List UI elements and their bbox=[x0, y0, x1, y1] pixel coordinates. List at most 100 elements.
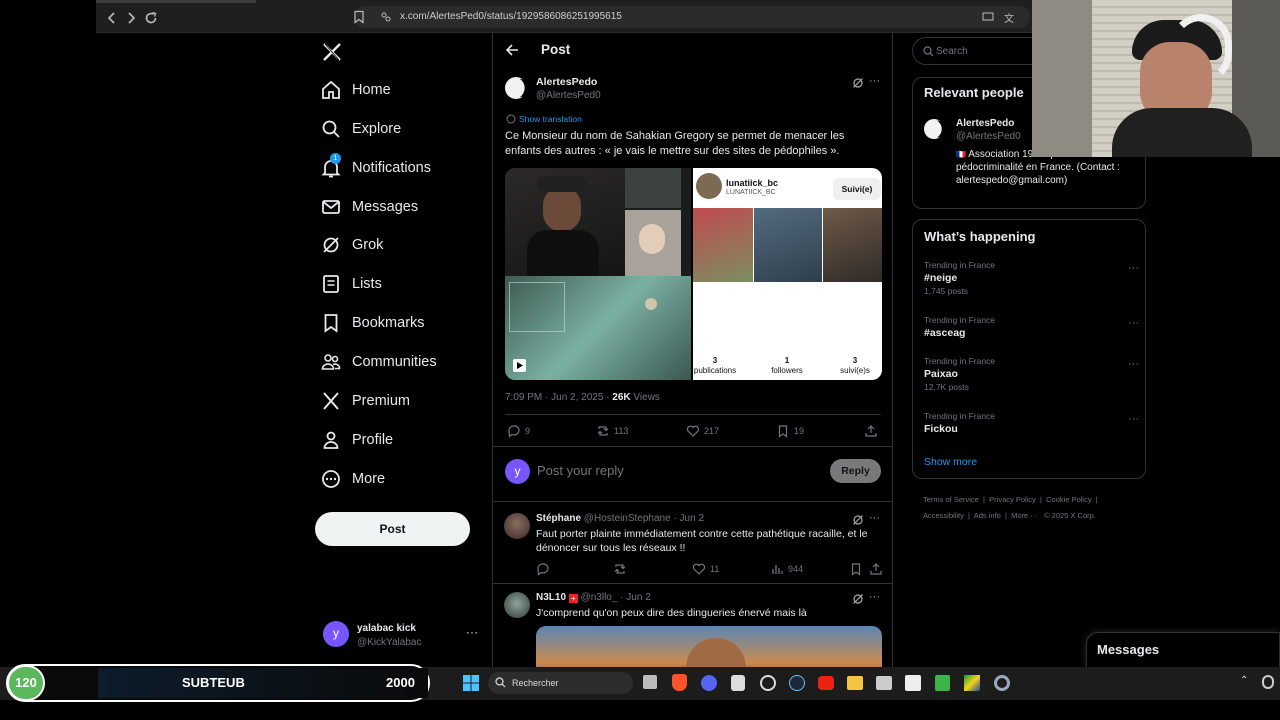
nav-messages[interactable]: Messages bbox=[320, 189, 418, 225]
taskbar-search[interactable]: Rechercher bbox=[488, 672, 633, 694]
task-view-icon[interactable] bbox=[643, 675, 657, 689]
more-dots-icon[interactable]: ··· bbox=[1128, 413, 1139, 425]
trend-meta: Trending in France bbox=[924, 411, 996, 421]
grok-icon[interactable] bbox=[852, 77, 864, 89]
footer-link[interactable]: Accessibility bbox=[923, 511, 964, 520]
reply-input[interactable]: Post your reply bbox=[537, 463, 624, 478]
show-translation-link[interactable]: Show translation bbox=[519, 114, 582, 124]
avatar[interactable] bbox=[923, 116, 945, 142]
mouse-icon[interactable] bbox=[1262, 675, 1274, 689]
media-player-icon[interactable] bbox=[876, 676, 892, 690]
steam-icon[interactable] bbox=[789, 675, 805, 691]
address-bar[interactable]: x.com/AlertesPed0/status/192958608625199… bbox=[354, 6, 1030, 28]
back-icon[interactable] bbox=[104, 10, 120, 26]
grok-icon[interactable] bbox=[852, 593, 864, 605]
trend-item[interactable]: Trending in France #neige 1,745 posts ··… bbox=[924, 260, 1139, 300]
url-text[interactable]: x.com/AlertesPed0/status/192958608625199… bbox=[400, 11, 622, 22]
footer-link[interactable]: Cookie Policy bbox=[1046, 495, 1091, 504]
repost-button[interactable] bbox=[613, 562, 631, 576]
share-button[interactable] bbox=[869, 562, 887, 576]
discord-icon[interactable] bbox=[701, 675, 717, 691]
nav-premium[interactable]: Premium bbox=[320, 383, 410, 419]
obs-icon[interactable] bbox=[760, 675, 776, 691]
avatar: y bbox=[505, 459, 530, 484]
show-more-link[interactable]: Show more bbox=[924, 456, 977, 468]
app-icon[interactable] bbox=[935, 675, 950, 691]
youtube-icon[interactable] bbox=[818, 676, 834, 690]
more-dots-icon[interactable]: ··· bbox=[869, 75, 880, 87]
nav-more[interactable]: More bbox=[320, 461, 385, 497]
more-dots-icon[interactable]: ··· bbox=[1128, 317, 1139, 329]
nav-notifications[interactable]: 1 Notifications bbox=[320, 150, 431, 186]
taskbar-search-input[interactable]: Rechercher bbox=[512, 678, 559, 688]
more-dots-icon[interactable]: ··· bbox=[466, 625, 478, 639]
reply-author-handle[interactable]: @n3llo_ bbox=[581, 592, 618, 603]
bookmark-button[interactable] bbox=[849, 562, 867, 576]
reply-button[interactable]: 9 bbox=[507, 424, 530, 438]
reload-icon[interactable] bbox=[143, 10, 159, 26]
grok-icon[interactable] bbox=[852, 514, 864, 526]
footer-link[interactable]: Ads info bbox=[974, 511, 1001, 520]
search-input[interactable]: Search bbox=[936, 46, 968, 57]
messages-drawer[interactable]: Messages bbox=[1086, 632, 1280, 668]
reply-media[interactable] bbox=[536, 626, 882, 673]
more-dots-icon[interactable]: ··· bbox=[869, 591, 880, 603]
post-media[interactable]: lunatiick_bc LUNATIICK_BC Suivi(e) 3 publ… bbox=[505, 168, 882, 380]
reply-author-handle[interactable]: @HosteinStephane bbox=[584, 513, 671, 524]
back-arrow-icon[interactable] bbox=[505, 43, 519, 57]
share-button[interactable] bbox=[864, 424, 882, 438]
more-dots-icon[interactable]: ··· bbox=[1128, 358, 1139, 370]
like-button[interactable]: 11 bbox=[692, 562, 719, 576]
chevron-up-icon[interactable]: ⌃ bbox=[1240, 675, 1252, 687]
video-play-icon[interactable] bbox=[513, 359, 526, 372]
reply-item[interactable]: Stéphane @HosteinStephane · Jun 2 ··· Fa… bbox=[493, 503, 892, 583]
folder-icon[interactable] bbox=[847, 676, 863, 690]
views-button[interactable]: 944 bbox=[770, 562, 803, 576]
more-dots-icon[interactable]: ··· bbox=[1128, 262, 1139, 274]
reply-item[interactable]: N3L10 + @n3llo_ · Jun 2 ··· J'comprend q… bbox=[493, 584, 892, 673]
author-handle[interactable]: @AlertesPed0 bbox=[536, 90, 601, 101]
app-icon[interactable] bbox=[964, 675, 980, 691]
app-icon[interactable] bbox=[905, 675, 921, 691]
trend-item[interactable]: Trending in France Fickou ··· bbox=[924, 411, 1139, 441]
cast-icon[interactable] bbox=[982, 11, 994, 23]
reply-button[interactable] bbox=[536, 562, 554, 576]
footer-link[interactable]: More ··· bbox=[1011, 511, 1038, 520]
account-switcher[interactable]: y yalabac kick @KickYalabac ··· bbox=[310, 619, 485, 655]
translate-icon[interactable]: 文 bbox=[1004, 10, 1016, 25]
reply-author-name[interactable]: N3L10 bbox=[536, 592, 566, 603]
avatar[interactable] bbox=[504, 592, 530, 618]
nav-explore[interactable]: Explore bbox=[320, 111, 401, 147]
author-avatar[interactable] bbox=[504, 75, 528, 101]
app-icon[interactable] bbox=[731, 675, 745, 691]
post-button[interactable]: Post bbox=[315, 512, 470, 546]
person-name[interactable]: AlertesPedo bbox=[956, 118, 1014, 129]
forward-icon[interactable] bbox=[123, 10, 139, 26]
avatar[interactable] bbox=[504, 513, 530, 539]
site-info-icon[interactable] bbox=[380, 11, 392, 23]
nav-grok[interactable]: Grok bbox=[320, 227, 383, 263]
nav-home[interactable]: Home bbox=[320, 72, 391, 108]
more-dots-icon[interactable]: ··· bbox=[869, 512, 880, 524]
person-handle[interactable]: @AlertesPed0 bbox=[956, 131, 1021, 142]
trend-item[interactable]: Trending in France Paixao 12.7K posts ··… bbox=[924, 356, 1139, 396]
footer-link[interactable]: Privacy Policy bbox=[989, 495, 1036, 504]
nav-bookmarks[interactable]: Bookmarks bbox=[320, 305, 425, 341]
repost-button[interactable]: 113 bbox=[596, 424, 628, 438]
trend-item[interactable]: Trending in France #asceag ··· bbox=[924, 315, 1139, 345]
like-button[interactable]: 217 bbox=[686, 424, 719, 438]
nav-lists[interactable]: Lists bbox=[320, 266, 382, 302]
reply-author-name[interactable]: Stéphane bbox=[536, 513, 581, 524]
brave-browser-icon[interactable] bbox=[672, 674, 687, 691]
windows-start-icon[interactable] bbox=[463, 675, 479, 691]
x-logo-icon[interactable] bbox=[322, 42, 342, 62]
footer-link[interactable]: Terms of Service bbox=[923, 495, 979, 504]
video-thumbnail[interactable] bbox=[505, 168, 691, 380]
nav-profile[interactable]: Profile bbox=[320, 422, 393, 458]
nav-communities[interactable]: Communities bbox=[320, 344, 437, 380]
settings-icon[interactable] bbox=[994, 675, 1010, 691]
author-name[interactable]: AlertesPedo bbox=[536, 76, 597, 88]
bookmark-button[interactable]: 19 bbox=[776, 424, 804, 438]
bookmark-star-icon[interactable] bbox=[352, 10, 366, 24]
reply-submit-button[interactable]: Reply bbox=[830, 459, 881, 483]
